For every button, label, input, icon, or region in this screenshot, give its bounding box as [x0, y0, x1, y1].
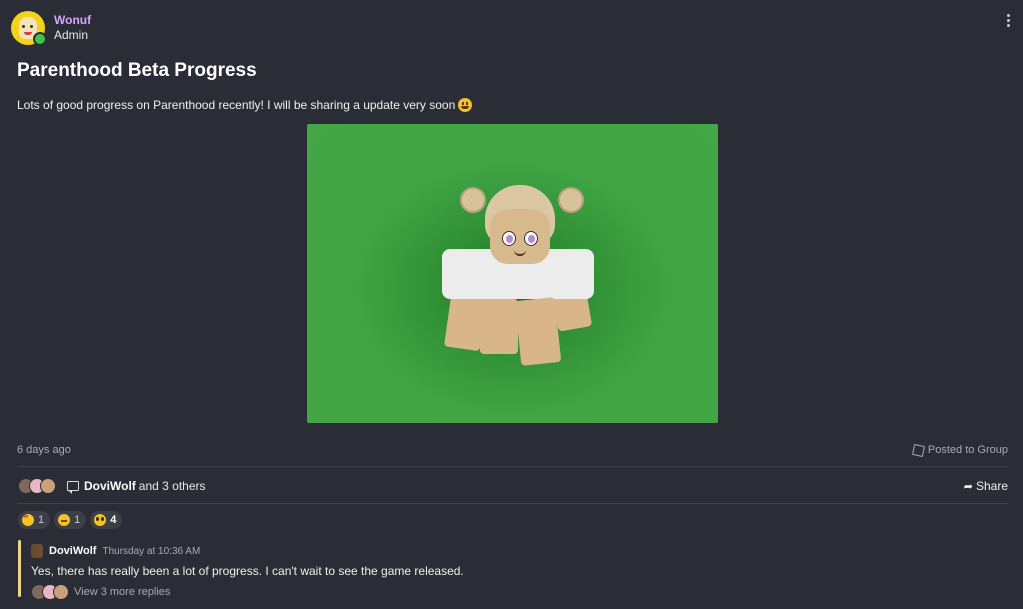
- reaction-sleepy[interactable]: 1: [54, 511, 87, 529]
- divider: [17, 466, 1008, 467]
- comment-icon: [67, 481, 79, 494]
- view-replies-label: View 3 more replies: [74, 586, 171, 598]
- engagement-row[interactable]: DoviWolf and 3 others: [18, 478, 206, 494]
- comment-header: DoviWolf Thursday at 10:36 AM: [31, 544, 200, 558]
- group-icon: [911, 443, 925, 457]
- top-commenter-name[interactable]: DoviWolf: [84, 479, 136, 493]
- comment: DoviWolf Thursday at 10:36 AM Yes, there…: [18, 540, 618, 600]
- posted-to-group[interactable]: Posted to Group: [911, 443, 1008, 457]
- comment-timestamp: Thursday at 10:36 AM: [102, 545, 201, 557]
- comment-author[interactable]: DoviWolf: [49, 545, 96, 557]
- avatar[interactable]: [31, 544, 43, 558]
- reactions-bar: 1 1 4: [18, 511, 126, 529]
- posted-to-label: Posted to Group: [927, 444, 1008, 456]
- author-avatar[interactable]: [11, 11, 47, 46]
- post-body: Lots of good progress on Parenthood rece…: [17, 98, 473, 112]
- share-icon: ➦: [963, 480, 973, 493]
- roblox-avatar-illustration: [440, 179, 600, 369]
- comment-text: Yes, there has really been a lot of prog…: [31, 564, 464, 578]
- divider: [17, 503, 1008, 504]
- view-more-replies[interactable]: View 3 more replies: [31, 584, 170, 600]
- smile-emoji-icon: [458, 98, 473, 112]
- avatar: [40, 478, 56, 494]
- author-block: Wonuf Admin: [54, 13, 91, 43]
- post-header: Wonuf Admin: [11, 11, 91, 46]
- online-status-icon: [33, 32, 47, 46]
- post-title: Parenthood Beta Progress: [17, 60, 257, 81]
- author-name[interactable]: Wonuf: [54, 13, 91, 28]
- reaction-count: 1: [74, 514, 81, 526]
- share-label: Share: [975, 479, 1008, 493]
- post-image[interactable]: [307, 124, 718, 423]
- pleading-emoji-icon: [94, 514, 107, 526]
- reaction-heart-eyes[interactable]: 1: [18, 511, 51, 529]
- more-options-icon[interactable]: [1007, 14, 1011, 29]
- sleepy-emoji-icon: [58, 514, 71, 526]
- avatar: [53, 584, 69, 600]
- liker-avatars: [18, 478, 56, 494]
- post-timestamp: 6 days ago: [17, 444, 71, 456]
- post-body-text: Lots of good progress on Parenthood rece…: [17, 98, 456, 112]
- share-button[interactable]: ➦ Share: [964, 479, 1008, 493]
- reaction-count: 4: [110, 514, 117, 526]
- others-count[interactable]: and 3 others: [139, 479, 206, 493]
- author-role: Admin: [54, 28, 89, 42]
- comment-thread-bar: [18, 540, 21, 597]
- reaction-count: 1: [38, 514, 45, 526]
- reaction-pleading[interactable]: 4: [90, 511, 123, 529]
- reply-avatars: [31, 584, 69, 600]
- heart-eyes-emoji-icon: [22, 514, 34, 526]
